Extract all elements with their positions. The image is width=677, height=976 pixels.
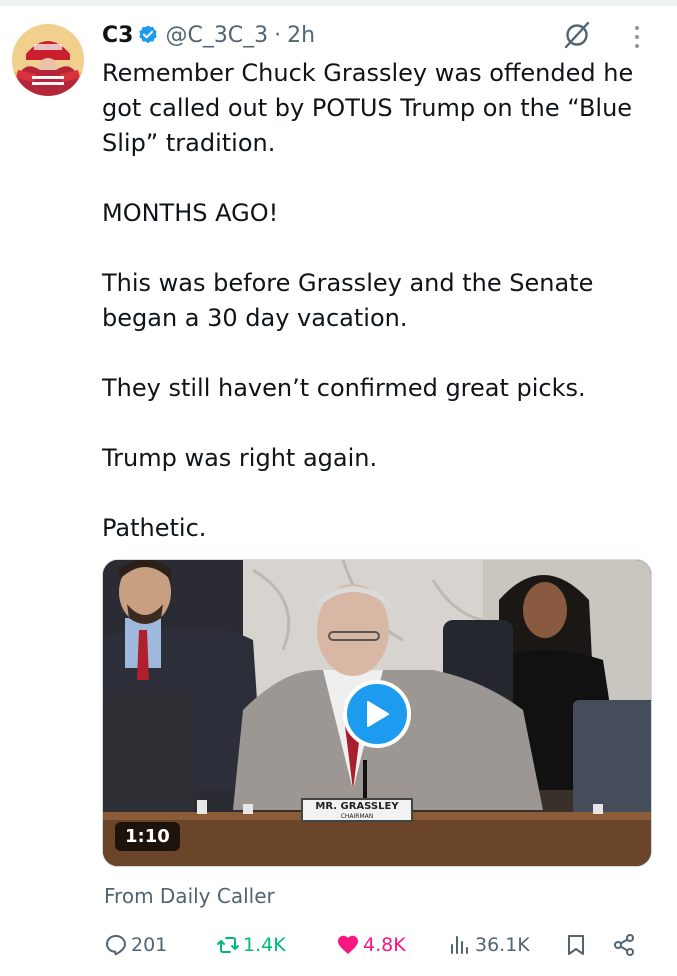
tweet-paragraph: Trump was right again. <box>102 444 378 472</box>
tweet-paragraph: MONTHS AGO! <box>102 199 279 227</box>
tweet-paragraph: Remember Chuck Grassley was offended he … <box>102 59 634 157</box>
tweet-paragraph: This was before Grassley and the Senate … <box>102 269 594 332</box>
author-handle[interactable]: @C_3C_3 <box>165 23 268 48</box>
views-count: 36.1K <box>475 934 530 956</box>
share-icon <box>614 934 634 956</box>
top-divider <box>0 0 677 6</box>
more-icon[interactable] <box>630 22 644 52</box>
tweet-paragraph: They still haven’t confirmed great picks… <box>102 374 586 402</box>
repost-button[interactable]: 1.4K <box>216 928 286 962</box>
action-bar: 201 1.4K 4.8K 36.1K <box>104 928 644 962</box>
play-icon <box>367 701 389 727</box>
views-icon <box>451 936 468 954</box>
post-time[interactable]: 2h <box>287 23 315 48</box>
share-button[interactable] <box>612 928 639 962</box>
separator-dot: · <box>274 22 282 48</box>
video-player[interactable]: MR. GRASSLEY CHAIRMAN 1:10 <box>102 559 652 867</box>
nameplate-name: MR. GRASSLEY <box>315 801 399 812</box>
tweet-paragraph: Pathetic. <box>102 514 207 542</box>
views-button[interactable]: 36.1K <box>448 928 530 962</box>
verified-badge-icon <box>139 25 158 44</box>
play-button[interactable] <box>343 680 411 748</box>
tweet-header: C3 @C_3C_3 · 2h <box>102 18 315 52</box>
avatar-image <box>12 24 84 96</box>
avatar[interactable] <box>12 24 84 96</box>
video-duration: 1:10 <box>115 822 180 851</box>
bookmark-button[interactable] <box>564 928 591 962</box>
reply-button[interactable]: 201 <box>104 928 167 962</box>
reply-count: 201 <box>131 934 168 956</box>
like-icon <box>338 935 358 954</box>
grok-icon[interactable] <box>562 20 592 50</box>
nameplate: MR. GRASSLEY CHAIRMAN <box>301 798 413 822</box>
like-count: 4.8K <box>363 934 406 956</box>
tweet-text: Remember Chuck Grassley was offended he … <box>102 56 662 546</box>
repost-icon <box>217 937 239 953</box>
reply-icon <box>106 935 127 956</box>
nameplate-title: CHAIRMAN <box>340 813 374 820</box>
like-button[interactable]: 4.8K <box>336 928 406 962</box>
bookmark-icon <box>568 935 584 955</box>
author-name[interactable]: C3 <box>102 23 133 48</box>
repost-count: 1.4K <box>243 934 286 956</box>
video-source[interactable]: From Daily Caller <box>104 884 275 908</box>
